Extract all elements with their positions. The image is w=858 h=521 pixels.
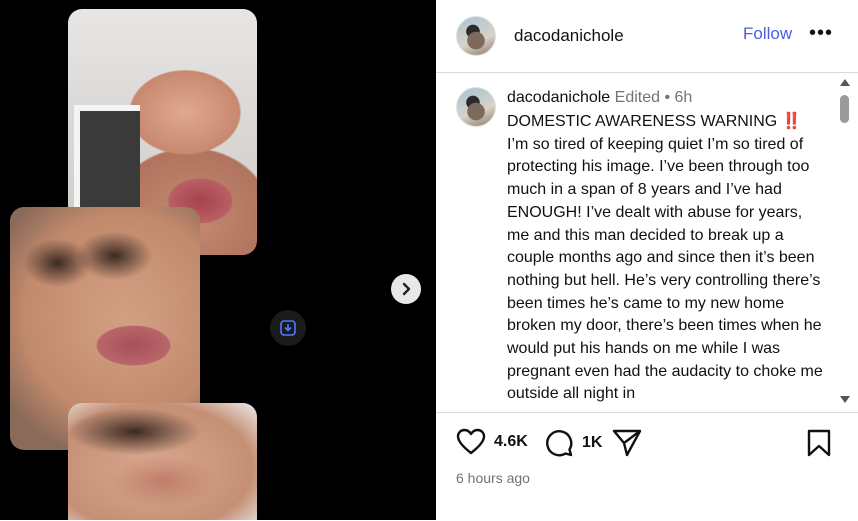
scroll-down-arrow[interactable] (840, 396, 850, 403)
caption-header: dacodanichole Edited • 6h (507, 89, 692, 107)
caption-avatar[interactable] (456, 87, 496, 127)
post-header: dacodanichole Follow ••• (436, 0, 858, 73)
heart-icon[interactable] (456, 428, 486, 456)
author-avatar[interactable] (456, 16, 496, 56)
comment-icon[interactable] (544, 428, 574, 458)
bookmark-group (806, 428, 832, 458)
scroll-up-arrow[interactable] (840, 79, 850, 86)
comments-count[interactable]: 1K (582, 434, 602, 452)
comment-group: 1K (544, 428, 602, 458)
next-media-button[interactable] (391, 274, 421, 304)
chevron-right-icon (402, 282, 411, 296)
caption-text: DOMESTIC AWARENESS WARNING ‼️ I’m so tir… (507, 111, 825, 406)
caption-title: DOMESTIC AWARENESS WARNING ‼️ (507, 113, 802, 130)
post-timestamp: 6 hours ago (456, 470, 530, 486)
caption-body: I’m so tired of keeping quiet I’m so tir… (507, 135, 823, 403)
download-icon (280, 320, 296, 336)
scroll-thumb[interactable] (840, 95, 849, 123)
like-group: 4.6K (456, 428, 528, 456)
likes-count[interactable]: 4.6K (494, 433, 528, 451)
caption-username[interactable]: dacodanichole (507, 89, 610, 106)
bookmark-icon[interactable] (806, 428, 832, 458)
share-group (611, 428, 643, 458)
post-sidebar: dacodanichole Follow ••• dacodanichole E… (436, 0, 858, 520)
share-icon[interactable] (611, 428, 643, 458)
action-bar: 4.6K 1K 6 hours ago (436, 412, 858, 521)
scrollbar[interactable] (836, 73, 854, 411)
save-media-button[interactable] (270, 310, 306, 346)
follow-button[interactable]: Follow (743, 24, 792, 44)
author-username[interactable]: dacodanichole (514, 26, 624, 46)
caption-meta: Edited • 6h (614, 89, 693, 106)
media-viewer (0, 0, 436, 520)
post-photo-3 (68, 403, 257, 520)
caption-area: dacodanichole Edited • 6h DOMESTIC AWARE… (436, 73, 858, 411)
more-options-button[interactable]: ••• (809, 22, 833, 45)
